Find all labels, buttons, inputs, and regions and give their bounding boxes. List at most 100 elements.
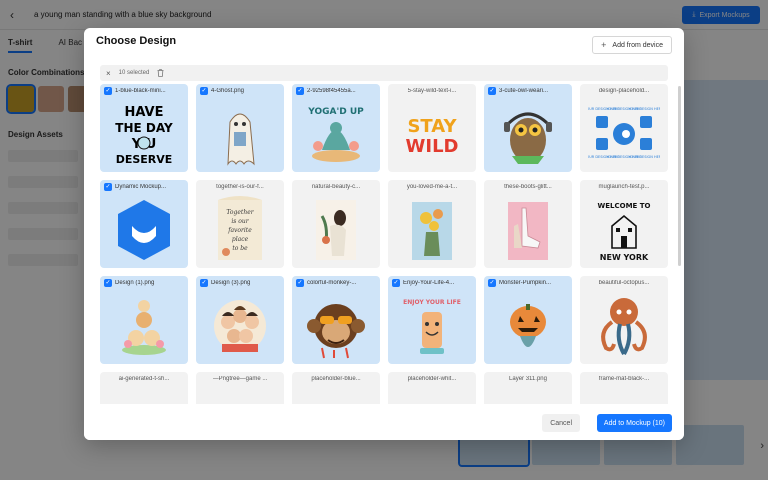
design-card[interactable]: ✓ Monster-Pumpkin... xyxy=(484,276,572,364)
design-card[interactable]: frame-mat-black-... xyxy=(580,372,668,404)
checkbox-checked-icon[interactable]: ✓ xyxy=(104,279,112,287)
design-thumbnail xyxy=(300,292,372,360)
design-card-header: ✓ 4-Ghost.png xyxy=(196,84,284,98)
svg-text:YOUR DESIGN HERE: YOUR DESIGN HERE xyxy=(629,155,660,159)
design-card-header: muglaunch-test.p... xyxy=(580,180,668,194)
scrollbar[interactable] xyxy=(678,86,681,266)
svg-text:to be: to be xyxy=(232,245,248,252)
design-card-header: ✓ 3-cute-owl-weari... xyxy=(484,84,572,98)
design-card[interactable]: ✓ Dynamic Mockup... xyxy=(100,180,188,268)
svg-text:favorite: favorite xyxy=(227,227,252,234)
design-thumbnail: YOUR DESIGN HERE YOUR DESIGN HERE YOUR DES… xyxy=(588,100,660,168)
design-thumbnail: WELCOME TO NEW YORK xyxy=(588,196,660,264)
design-card[interactable]: —Pngtree—game ... GAME xyxy=(196,372,284,404)
design-card-header: placeholder-whit... xyxy=(388,372,476,386)
svg-text:YOUR DESIGN HERE: YOUR DESIGN HERE xyxy=(629,107,660,111)
design-thumbnail xyxy=(588,292,660,360)
design-thumbnail xyxy=(396,388,468,404)
design-card[interactable]: Layer 311.png xyxy=(484,372,572,404)
design-card-header: ✓ colorful-monkey-... xyxy=(292,276,380,290)
design-card-header: —Pngtree—game ... xyxy=(196,372,284,386)
selected-count: 10 selected xyxy=(118,70,150,76)
design-card[interactable]: ✓ 1-blue-black-mini... HAVE THE DAY Y U D… xyxy=(100,84,188,172)
design-card-header: these-boots-glitt... xyxy=(484,180,572,194)
design-card[interactable]: ✓ 4-Ghost.png xyxy=(196,84,284,172)
design-card[interactable]: ✓ Design (3).png xyxy=(196,276,284,364)
checkbox-checked-icon[interactable]: ✓ xyxy=(200,87,208,95)
design-card[interactable]: you-loved-me-a-t... xyxy=(388,180,476,268)
design-card-header: ai-generated-t-sh... xyxy=(100,372,188,386)
design-grid-container[interactable]: ✓ 1-blue-black-mini... HAVE THE DAY Y U D… xyxy=(100,84,672,404)
svg-text:is our: is our xyxy=(231,218,249,225)
design-card[interactable]: beautiful-octopus... xyxy=(580,276,668,364)
design-filename: Dynamic Mockup... xyxy=(115,184,167,190)
design-thumbnail xyxy=(492,196,564,264)
design-card-header: ✓ Design (3).png xyxy=(196,276,284,290)
add-to-mockup-button[interactable]: Add to Mockup (10) xyxy=(596,414,672,432)
svg-text:ENJOY YOUR LIFE: ENJOY YOUR LIFE xyxy=(403,299,461,306)
design-thumbnail: GAME xyxy=(204,388,276,404)
design-card-header: Layer 311.png xyxy=(484,372,572,386)
checkbox-checked-icon[interactable]: ✓ xyxy=(104,183,112,191)
svg-text:STAY: STAY xyxy=(407,116,457,137)
design-card[interactable]: ✓ colorful-monkey-... xyxy=(292,276,380,364)
design-filename: Design (1).png xyxy=(115,280,155,286)
design-card[interactable]: placeholder-blue... xyxy=(292,372,380,404)
svg-text:THE DAY: THE DAY xyxy=(115,121,173,135)
checkbox-checked-icon[interactable]: ✓ xyxy=(296,279,304,287)
design-filename: Layer 311.png xyxy=(509,376,547,382)
design-card-header: ✓ Enjoy-Your-Life-4... xyxy=(388,276,476,290)
design-card[interactable]: ✓ 2-92598f45455a... YOGA'D UP xyxy=(292,84,380,172)
design-thumbnail xyxy=(300,196,372,264)
design-card-header: you-loved-me-a-t... xyxy=(388,180,476,194)
design-card[interactable]: placeholder-whit... xyxy=(388,372,476,404)
svg-text:Together: Together xyxy=(226,209,254,216)
design-filename: placeholder-whit... xyxy=(407,376,457,382)
design-card-header: 5-stay-wild-text-i... xyxy=(388,84,476,98)
design-card[interactable]: ✓ 3-cute-owl-weari... xyxy=(484,84,572,172)
design-card-header: design-placehold... xyxy=(580,84,668,98)
design-card[interactable]: these-boots-glitt... xyxy=(484,180,572,268)
design-card[interactable]: ai-generated-t-sh... xyxy=(100,372,188,404)
checkbox-checked-icon[interactable]: ✓ xyxy=(488,279,496,287)
design-card-header: natural-beauty-c... xyxy=(292,180,380,194)
design-filename: frame-mat-black-... xyxy=(598,376,650,382)
design-filename: placeholder-blue... xyxy=(311,376,361,382)
design-filename: natural-beauty-c... xyxy=(311,184,361,190)
design-thumbnail xyxy=(204,100,276,168)
design-filename: colorful-monkey-... xyxy=(307,280,357,286)
design-card-header: ✓ 1-blue-black-mini... xyxy=(100,84,188,98)
checkbox-checked-icon[interactable]: ✓ xyxy=(392,279,400,287)
design-card[interactable]: muglaunch-test.p... WELCOME TO NEW YORK xyxy=(580,180,668,268)
design-filename: 5-stay-wild-text-i... xyxy=(407,88,457,94)
design-card-header: ✓ Dynamic Mockup... xyxy=(100,180,188,194)
design-card[interactable]: design-placehold... YOUR DESIGN HERE YOUR … xyxy=(580,84,668,172)
svg-text:DESERVE: DESERVE xyxy=(116,153,173,166)
cancel-button[interactable]: Cancel xyxy=(542,414,580,432)
design-filename: 4-Ghost.png xyxy=(211,88,245,94)
svg-text:place: place xyxy=(232,236,249,243)
design-grid: ✓ 1-blue-black-mini... HAVE THE DAY Y U D… xyxy=(100,84,672,404)
design-filename: these-boots-glitt... xyxy=(504,184,552,190)
add-from-device-button[interactable]: + Add from device xyxy=(592,36,672,54)
design-thumbnail xyxy=(300,388,372,404)
design-card-header: ✓ Design (1).png xyxy=(100,276,188,290)
design-filename: 3-cute-owl-weari... xyxy=(499,88,549,94)
checkbox-checked-icon[interactable]: ✓ xyxy=(104,87,112,95)
design-card[interactable]: ✓ Enjoy-Your-Life-4... ENJOY YOUR LIFE xyxy=(388,276,476,364)
design-thumbnail xyxy=(492,388,564,404)
design-filename: beautiful-octopus... xyxy=(598,280,650,286)
design-card[interactable]: 5-stay-wild-text-i... STAY WILD xyxy=(388,84,476,172)
design-filename: —Pngtree—game ... xyxy=(212,376,268,382)
clear-selection-icon[interactable]: × xyxy=(106,69,111,78)
checkbox-checked-icon[interactable]: ✓ xyxy=(488,87,496,95)
choose-design-modal: Choose Design + Add from device × 10 sel… xyxy=(84,28,684,440)
design-card[interactable]: together-is-our-f... Together is our favori… xyxy=(196,180,284,268)
design-thumbnail: HAVE THE DAY Y U DESERVE xyxy=(108,100,180,168)
design-card[interactable]: ✓ Design (1).png xyxy=(100,276,188,364)
trash-icon[interactable] xyxy=(157,69,164,77)
design-card[interactable]: natural-beauty-c... xyxy=(292,180,380,268)
checkbox-checked-icon[interactable]: ✓ xyxy=(296,87,304,95)
checkbox-checked-icon[interactable]: ✓ xyxy=(200,279,208,287)
plus-icon: + xyxy=(601,40,607,50)
